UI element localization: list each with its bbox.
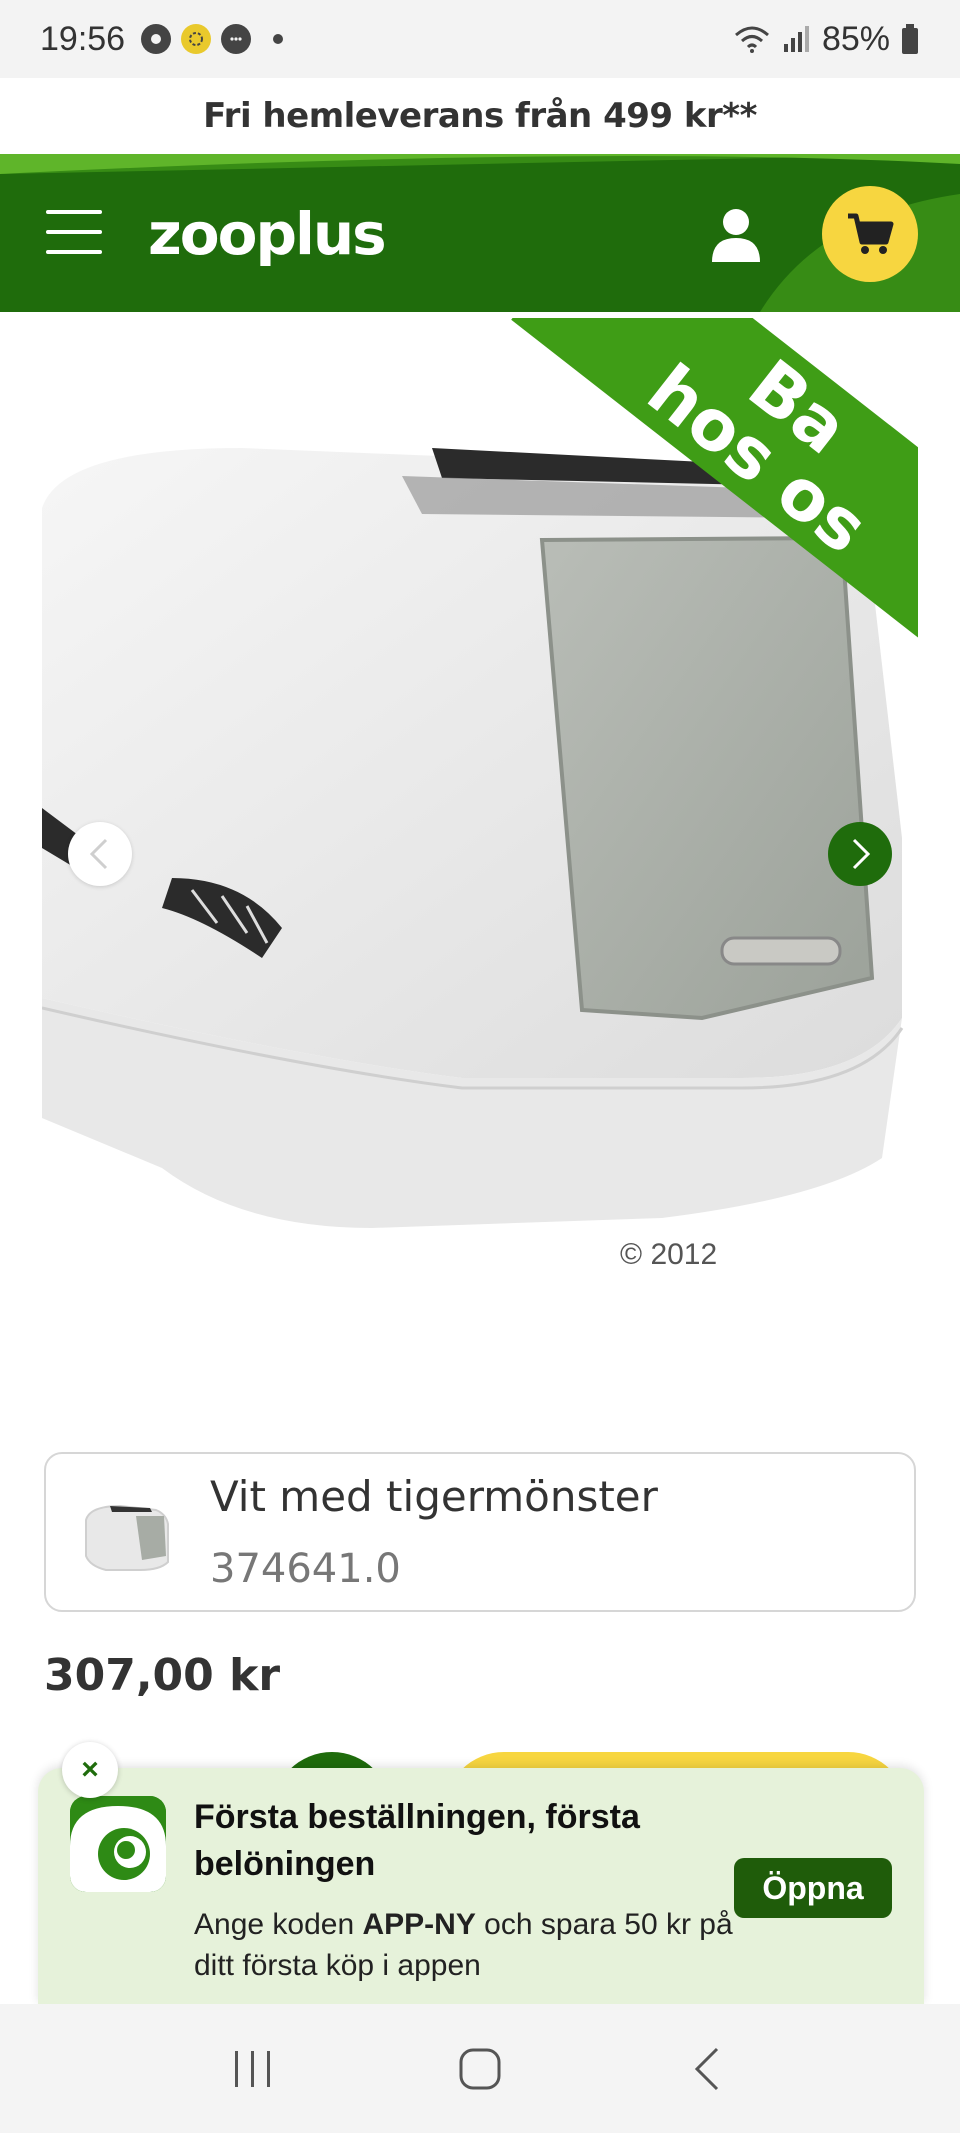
variant-thumbnail <box>85 1504 169 1571</box>
notification-dot <box>273 34 284 44</box>
chat-icon <box>221 24 252 54</box>
zooplus-logo[interactable]: zooplus <box>148 200 387 268</box>
free-delivery-text: Fri hemleverans från 499 kr** <box>203 96 757 136</box>
variant-name: Vit med tigermönster <box>210 1472 658 1521</box>
variant-sku: 374641.0 <box>210 1546 401 1592</box>
recent-apps-button[interactable] <box>213 2034 293 2104</box>
home-button[interactable] <box>440 2034 520 2104</box>
product-price: 307,00 kr <box>44 1650 281 1701</box>
app-promo-body: Ange koden APP-NY och spara 50 kr på dit… <box>194 1908 733 1983</box>
home-icon <box>459 2048 501 2089</box>
battery-percent: 85% <box>821 19 890 58</box>
menu-button[interactable] <box>46 210 102 254</box>
carousel-next-button[interactable] <box>828 822 892 886</box>
free-delivery-banner[interactable]: Fri hemleverans från 499 kr** <box>0 78 960 154</box>
chevron-left-icon <box>89 838 108 870</box>
cart-icon <box>848 213 894 254</box>
back-button[interactable] <box>667 2034 747 2104</box>
image-copyright: © 2012 <box>620 1238 718 1271</box>
zooplus-app-icon <box>70 1796 166 1892</box>
status-time: 19:56 <box>40 19 126 58</box>
battery-icon <box>902 24 918 54</box>
system-nav-bar <box>0 2004 960 2133</box>
notification-app-icon <box>181 24 212 54</box>
variant-selector[interactable]: Vit med tigermönster 374641.0 <box>44 1452 916 1612</box>
site-header: zooplus <box>0 154 960 312</box>
hamburger-icon-line <box>46 230 102 234</box>
header-background <box>0 154 960 312</box>
open-app-button[interactable]: Öppna <box>734 1858 892 1918</box>
notification-app-icon <box>141 24 172 54</box>
wifi-icon <box>734 26 769 53</box>
back-icon <box>694 2047 718 2090</box>
recent-apps-icon <box>235 2050 271 2087</box>
user-icon[interactable] <box>710 206 762 262</box>
app-promo-title: Första beställningen, första belöningen <box>194 1798 640 1883</box>
promo-code: APP-NY <box>362 1908 476 1941</box>
app-promo-sheet: Första beställningen, första belöningen … <box>38 1768 924 2004</box>
cart-button[interactable] <box>822 186 918 282</box>
status-bar: 19:56 85% <box>0 0 960 78</box>
carousel-prev-button[interactable] <box>68 822 132 886</box>
hamburger-icon-line <box>46 210 102 214</box>
hamburger-icon-line <box>46 250 102 254</box>
chevron-right-icon <box>852 838 871 870</box>
signal-icon <box>783 26 809 52</box>
product-image-carousel[interactable]: Ba hos os © 2012 <box>42 318 918 1318</box>
close-icon[interactable]: × <box>62 1742 118 1798</box>
